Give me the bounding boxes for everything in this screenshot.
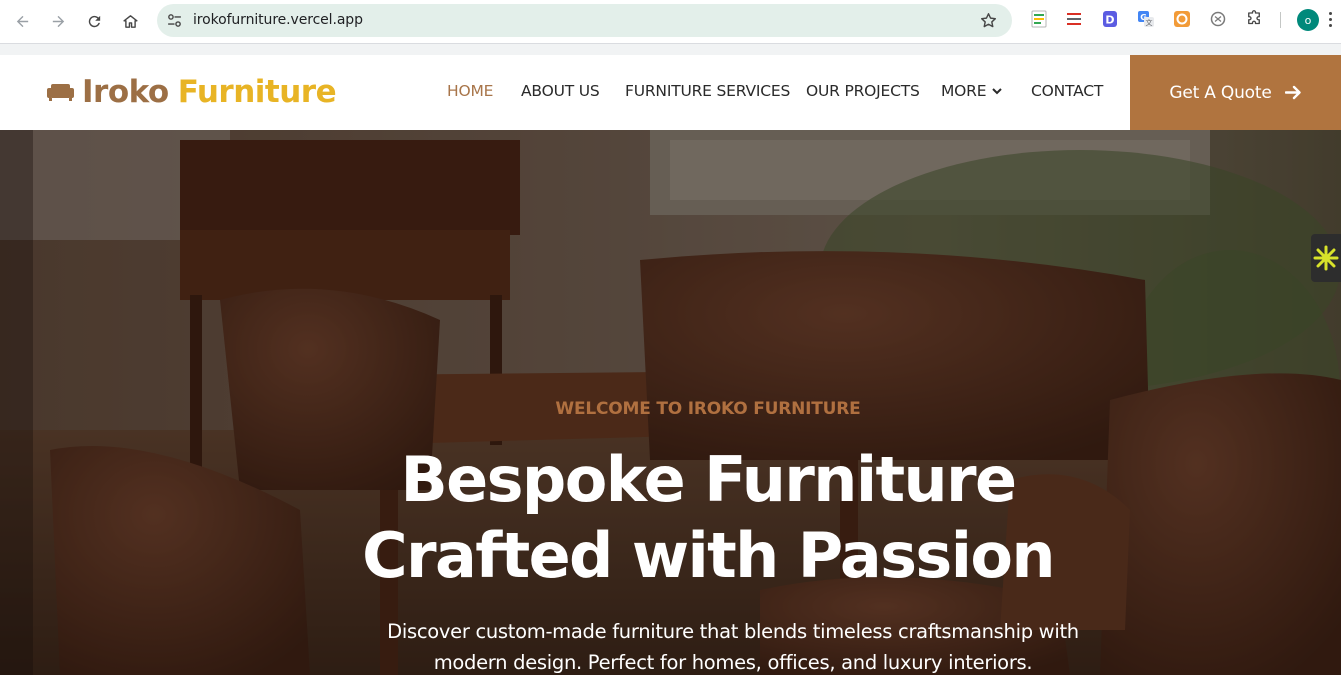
- asterisk-burst-icon: [1313, 245, 1339, 271]
- hero-title-line-1: Bespoke Furniture: [400, 443, 1018, 516]
- get-a-quote-button[interactable]: Get A Quote: [1130, 55, 1341, 130]
- hero-section: WELCOME TO IROKO FURNITURE Bespoke Furni…: [0, 130, 1341, 675]
- forward-button[interactable]: [45, 8, 71, 34]
- nav-contact[interactable]: CONTACT: [1031, 82, 1103, 100]
- nav-more[interactable]: MORE: [941, 82, 1003, 100]
- profile-avatar[interactable]: o: [1297, 9, 1319, 31]
- main-navigation: HOME ABOUT US FURNITURE SERVICES OUR PRO…: [0, 82, 1130, 104]
- svg-text:文: 文: [1146, 18, 1153, 27]
- sheets-extension-icon[interactable]: [1030, 10, 1048, 28]
- svg-text:D: D: [1105, 14, 1114, 27]
- hero-kicker: WELCOME TO IROKO FURNITURE: [555, 399, 861, 419]
- bookmarks-extension-icon[interactable]: [1065, 10, 1083, 28]
- page-top-gap: [0, 44, 1341, 55]
- forward-arrow-icon: [52, 15, 64, 27]
- nav-more-label: MORE: [941, 82, 987, 100]
- hero-description-line-2: modern design. Perfect for homes, office…: [433, 651, 1033, 674]
- chevron-down-icon: [992, 88, 1003, 95]
- bookmark-star-icon[interactable]: [979, 11, 998, 30]
- toolbar-divider: [1280, 12, 1281, 28]
- nav-furniture-services[interactable]: FURNITURE SERVICES: [625, 82, 790, 100]
- address-bar[interactable]: irokofurniture.vercel.app: [157, 4, 1012, 37]
- site-header: Iroko Furniture HOME ABOUT US FURNITURE …: [0, 55, 1341, 130]
- browser-toolbar: irokofurniture.vercel.app D G 文 o: [0, 0, 1341, 44]
- arrow-right-icon: [1284, 85, 1301, 100]
- d-extension-icon[interactable]: D: [1101, 10, 1119, 28]
- translate-extension-icon[interactable]: G 文: [1137, 10, 1155, 28]
- quote-button-label: Get A Quote: [1169, 82, 1272, 103]
- orange-extension-icon[interactable]: [1173, 10, 1191, 28]
- site-settings-icon[interactable]: [166, 12, 183, 29]
- hero-title: Bespoke Furniture Crafted with Passion: [0, 442, 1341, 594]
- hero-description-line-1: Discover custom-made furniture that blen…: [387, 620, 1079, 643]
- back-arrow-icon: [16, 15, 28, 27]
- nav-about-us[interactable]: ABOUT US: [521, 82, 600, 100]
- hero-description: Discover custom-made furniture that blen…: [350, 616, 1116, 675]
- browser-menu-icon[interactable]: [1329, 12, 1333, 28]
- home-icon: [122, 14, 138, 28]
- url-text[interactable]: irokofurniture.vercel.app: [193, 12, 363, 28]
- puzzle-icon[interactable]: [1245, 10, 1263, 28]
- floating-side-widget[interactable]: [1311, 234, 1341, 282]
- back-button[interactable]: [9, 8, 35, 34]
- reload-button[interactable]: [81, 8, 107, 34]
- nav-home[interactable]: HOME: [447, 82, 493, 100]
- openai-extension-icon[interactable]: [1209, 10, 1227, 28]
- home-button[interactable]: [117, 8, 143, 34]
- reload-icon: [88, 15, 100, 27]
- nav-our-projects[interactable]: OUR PROJECTS: [806, 82, 920, 100]
- hero-title-line-2: Crafted with Passion: [362, 519, 1055, 592]
